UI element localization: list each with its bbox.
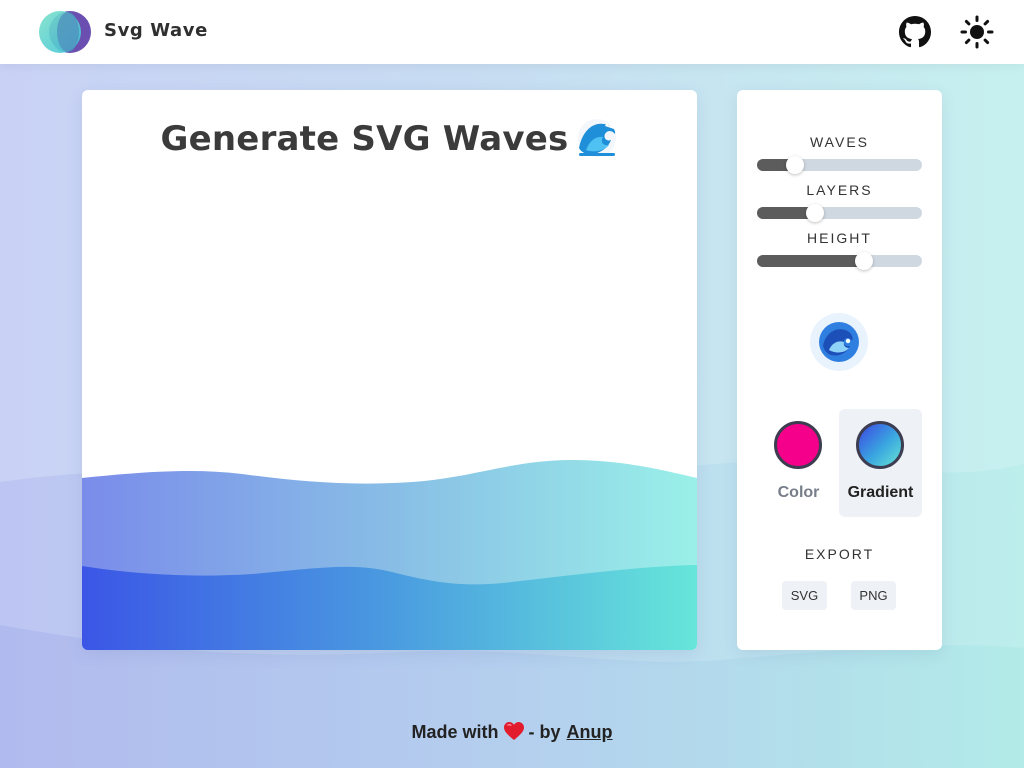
top-nav: Svg Wave (0, 0, 1024, 64)
waves-slider[interactable] (757, 156, 922, 174)
controls-panel: WAVES LAYERS HEIGHT Color Gradient EXPOR… (737, 90, 942, 650)
color-swatch[interactable] (774, 421, 822, 469)
overlapping-circles-logo[interactable] (38, 10, 92, 54)
footer-by: - by (528, 722, 561, 742)
export-svg-button[interactable]: SVG (782, 581, 827, 610)
sun-icon[interactable] (960, 15, 994, 49)
heart-icon (503, 722, 524, 740)
waves-slider-thumb[interactable] (785, 156, 804, 174)
layers-slider-thumb[interactable] (805, 204, 824, 222)
wave-randomize-icon (819, 322, 859, 362)
height-slider-fill (757, 255, 865, 267)
gradient-swatch[interactable] (856, 421, 904, 469)
randomize-wave-button[interactable] (810, 313, 868, 371)
brand-name[interactable]: Svg Wave (104, 20, 208, 41)
layers-label: LAYERS (806, 182, 873, 198)
height-slider[interactable] (757, 252, 922, 270)
footer-made-with: Made with (411, 722, 499, 742)
waves-label: WAVES (809, 134, 869, 150)
height-label: HEIGHT (807, 230, 872, 246)
footer: Made with - by Anup (0, 721, 1024, 743)
export-label: EXPORT (804, 546, 875, 562)
layers-slider[interactable] (757, 204, 922, 222)
height-slider-thumb[interactable] (855, 252, 874, 270)
gradient-mode-label: Gradient (847, 484, 914, 501)
color-mode-label: Color (777, 484, 820, 501)
wave-preview-card: Generate SVG Waves (82, 90, 697, 650)
github-icon[interactable] (899, 16, 931, 48)
author-link[interactable]: Anup (567, 722, 613, 742)
export-png-button[interactable]: PNG (851, 581, 896, 610)
wave-layer-front (82, 565, 697, 650)
color-mode-option[interactable]: Color (757, 409, 840, 517)
gradient-mode-option[interactable]: Gradient (839, 409, 922, 517)
wave-preview (82, 460, 697, 650)
